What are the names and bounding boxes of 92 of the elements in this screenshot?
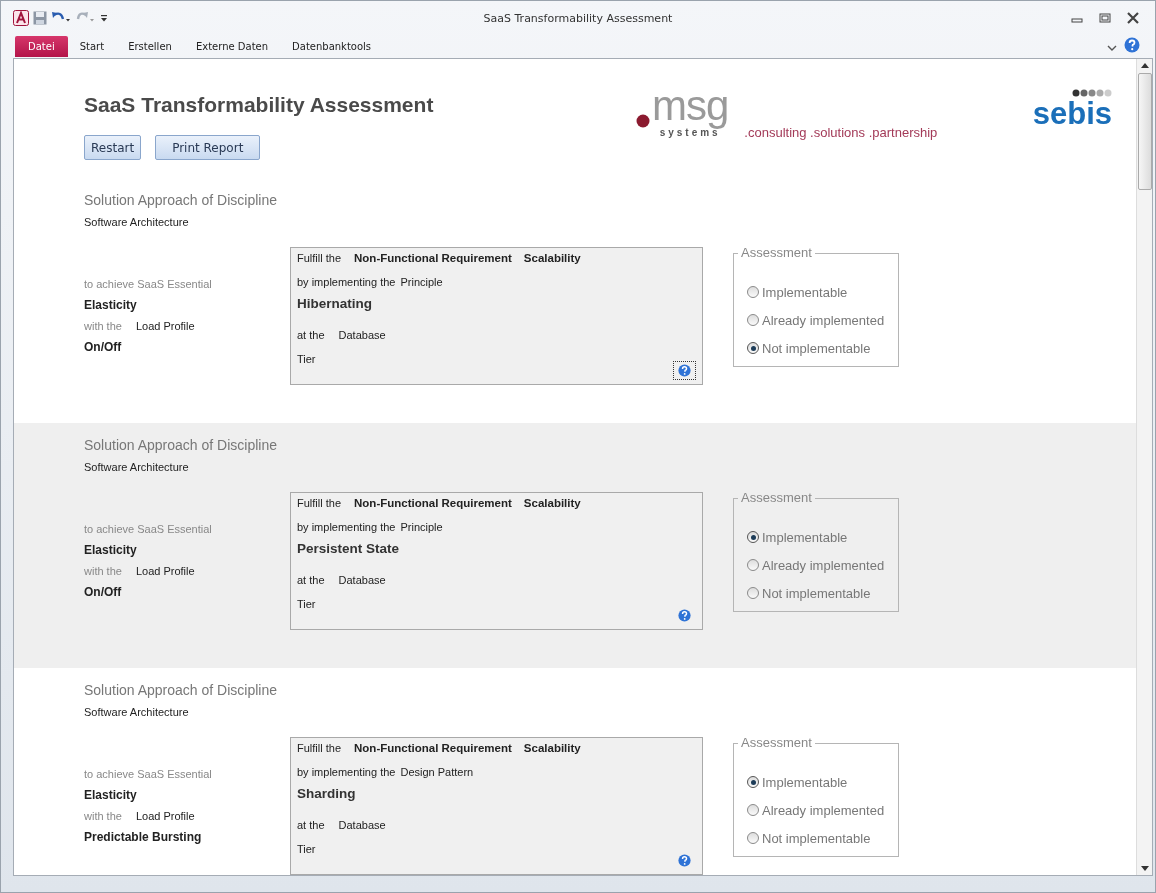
assessment-title: Assessment (738, 735, 815, 750)
approach-type: Principle (400, 521, 443, 533)
ribbon-tab[interactable]: Datenbanktools (280, 36, 384, 57)
tier-label: Tier (297, 598, 317, 610)
profile-value: On/Off (84, 585, 123, 601)
approach-type: Principle (400, 276, 443, 288)
radio-button[interactable] (747, 832, 759, 844)
section-heading: Solution Approach of Discipline (84, 192, 278, 210)
implementing-label: by implementing the (297, 276, 396, 288)
approach-value: Hibernating (297, 296, 373, 313)
radio-button[interactable] (747, 342, 759, 354)
requirement-value: Scalability (523, 497, 581, 509)
section-heading: Solution Approach of Discipline (84, 682, 278, 700)
radio-button[interactable] (747, 314, 759, 326)
at-label: at the (297, 329, 325, 341)
help-icon[interactable] (678, 609, 691, 622)
requirement-value: Scalability (523, 742, 581, 754)
layer-value: Database (338, 329, 386, 341)
fulfill-label: Fulfill the (297, 497, 342, 509)
ribbon-tab[interactable]: Datei (15, 36, 68, 57)
help-icon[interactable] (678, 854, 691, 867)
logo-dot-icon (636, 114, 650, 128)
ribbon-tab[interactable]: Start (67, 36, 117, 57)
logo-wordmark: msg (652, 84, 729, 128)
with-label: with the (84, 320, 122, 334)
profile-value: On/Off (84, 340, 123, 356)
profile-label: Load Profile (135, 565, 195, 579)
fulfill-label: Fulfill the (297, 252, 342, 264)
access-app-icon[interactable] (13, 10, 29, 26)
assessment-title: Assessment (738, 245, 815, 260)
form-button[interactable]: Restart (84, 135, 142, 160)
help-icon[interactable] (678, 364, 691, 377)
radio-button[interactable] (747, 559, 759, 571)
radio-button[interactable] (747, 587, 759, 599)
option-label[interactable]: Already implemented (762, 557, 885, 573)
ribbon-tab[interactable]: Externe Daten (183, 36, 281, 57)
approach-value: Sharding (297, 786, 357, 803)
tier-label: Tier (297, 353, 317, 365)
option-label[interactable]: Not implementable (762, 585, 871, 601)
implementing-label: by implementing the (297, 521, 396, 533)
essential-value: Elasticity (84, 788, 138, 804)
option-label[interactable]: Implementable (762, 529, 848, 545)
essential-label: to achieve SaaS Essential (84, 278, 213, 292)
approach-type: Design Pattern (400, 766, 474, 778)
essential-label: to achieve SaaS Essential (84, 768, 213, 782)
form-title: SaaS Transformability Assessment (84, 93, 435, 117)
requirement-type: Non-Functional Requirement (354, 742, 512, 754)
discipline-label: Software Architecture (84, 216, 190, 230)
profile-value: Predictable Bursting (84, 830, 203, 846)
assessment-title: Assessment (738, 490, 815, 505)
ribbon-collapse-icon[interactable] (1106, 43, 1118, 53)
ribbon-tab[interactable]: Erstellen (116, 36, 184, 57)
essential-value: Elasticity (84, 543, 138, 559)
approach-value: Persistent State (297, 541, 401, 558)
radio-button[interactable] (747, 286, 759, 298)
at-label: at the (297, 574, 325, 586)
with-label: with the (84, 810, 122, 824)
requirement-type: Non-Functional Requirement (354, 252, 512, 264)
profile-label: Load Profile (135, 320, 195, 334)
with-label: with the (84, 565, 122, 579)
option-label[interactable]: Implementable (762, 774, 848, 790)
scroll-thumb[interactable] (1137, 73, 1152, 190)
radio-button[interactable] (747, 776, 759, 788)
window-title: SaaS Transformability Assessment (483, 12, 673, 25)
partner-logo: sebis (1032, 98, 1112, 130)
save-icon[interactable] (33, 11, 47, 25)
logo-slogan: .consulting .solutions .partnership (744, 125, 938, 140)
radio-button[interactable] (747, 804, 759, 816)
help-icon[interactable] (1124, 37, 1140, 53)
scrollbar[interactable] (1136, 59, 1152, 875)
discipline-label: Software Architecture (84, 706, 190, 720)
logo-subtitle: systems (659, 128, 721, 138)
option-label[interactable]: Not implementable (762, 340, 871, 356)
profile-label: Load Profile (135, 810, 195, 824)
option-label[interactable]: Not implementable (762, 830, 871, 846)
requirement-value: Scalability (523, 252, 581, 264)
discipline-label: Software Architecture (84, 461, 190, 475)
layer-value: Database (338, 574, 386, 586)
implementing-label: by implementing the (297, 766, 396, 778)
option-label[interactable]: Already implemented (762, 802, 885, 818)
layer-value: Database (338, 819, 386, 831)
section-heading: Solution Approach of Discipline (84, 437, 278, 455)
requirement-type: Non-Functional Requirement (354, 497, 512, 509)
essential-value: Elasticity (84, 298, 138, 314)
tier-label: Tier (297, 843, 317, 855)
essential-label: to achieve SaaS Essential (84, 523, 213, 537)
form-button[interactable]: Print Report (155, 135, 261, 160)
fulfill-label: Fulfill the (297, 742, 342, 754)
at-label: at the (297, 819, 325, 831)
option-label[interactable]: Already implemented (762, 312, 885, 328)
option-label[interactable]: Implementable (762, 284, 848, 300)
radio-button[interactable] (747, 531, 759, 543)
